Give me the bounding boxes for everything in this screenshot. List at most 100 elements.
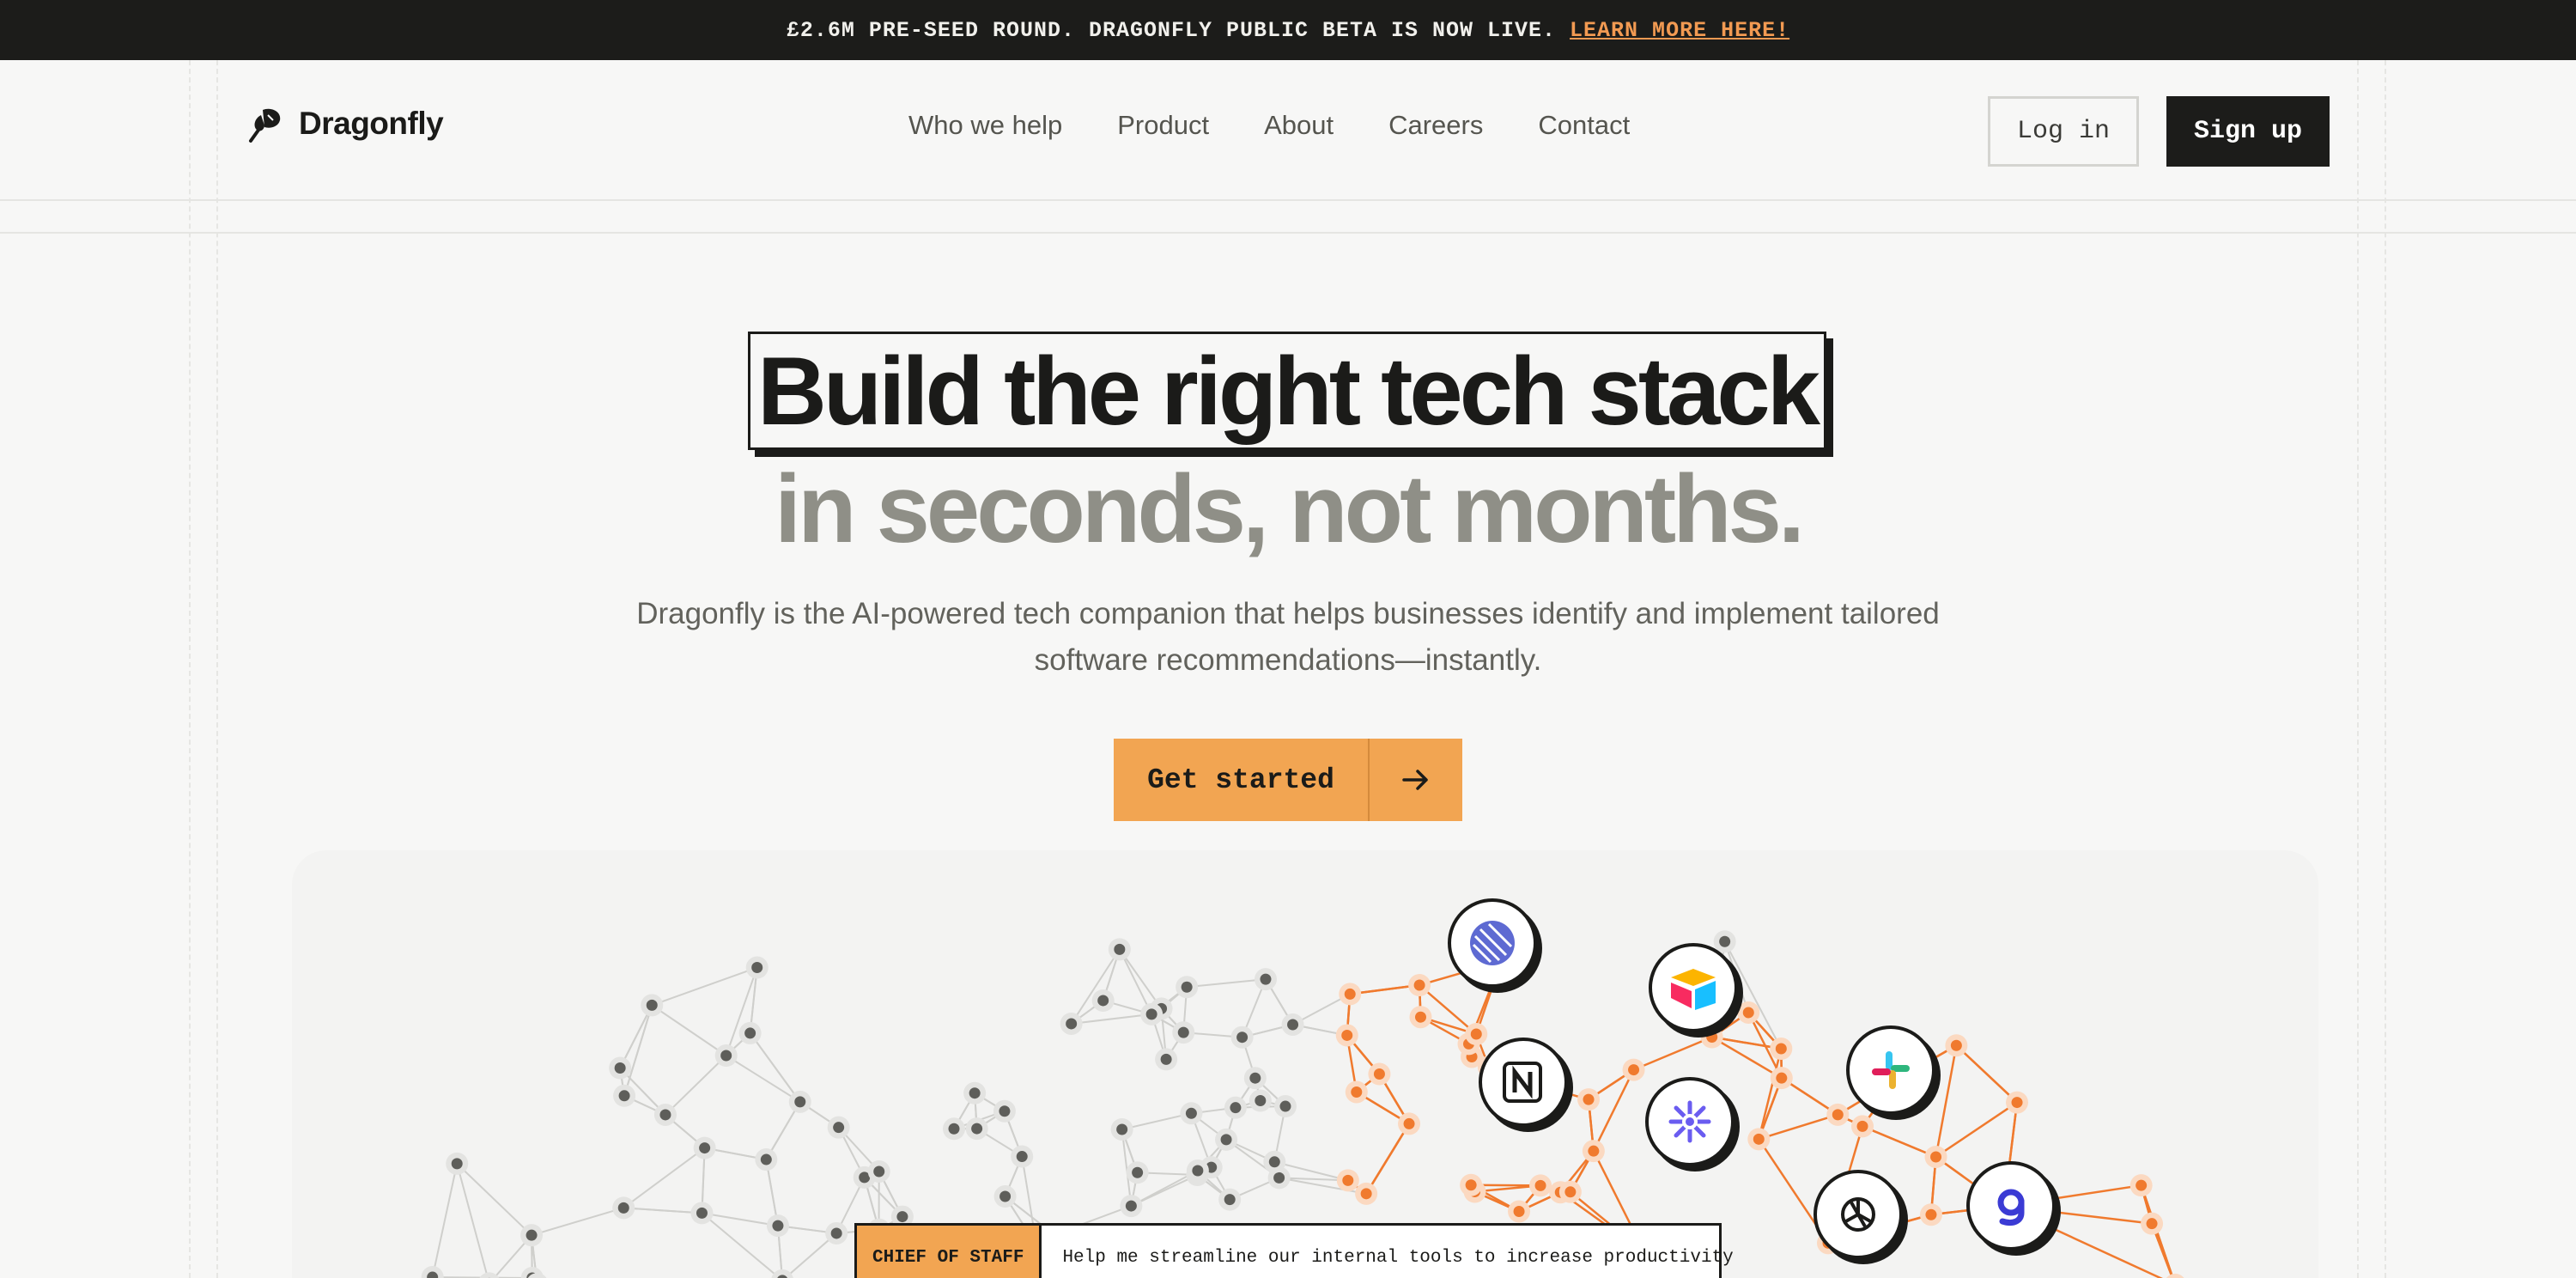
network-edge	[1365, 1123, 1411, 1195]
prompt-text: Help me streamline our internal tools to…	[1062, 1247, 1734, 1268]
network-node	[1016, 1151, 1028, 1163]
network-edge	[749, 1032, 801, 1103]
perplexity-icon	[1645, 1077, 1735, 1166]
network-node	[1125, 1200, 1137, 1212]
network-node	[751, 962, 763, 974]
network-node	[999, 1105, 1011, 1117]
network-node	[969, 1087, 981, 1099]
network-node	[1719, 935, 1731, 947]
network-node	[1776, 1072, 1788, 1084]
network-node	[1255, 1095, 1267, 1107]
network-node	[1260, 973, 1272, 985]
network-node	[1230, 1102, 1242, 1114]
network-node	[696, 1207, 708, 1219]
network-node	[2136, 1179, 2148, 1191]
announcement-text: £2.6M PRE-SEED ROUND. DRAGONFLY PUBLIC B…	[786, 17, 1557, 43]
signup-button[interactable]: Sign up	[2166, 96, 2330, 167]
network-edge	[456, 1163, 532, 1236]
chat-prompt[interactable]: CHIEF OF STAFF Help me streamline our in…	[854, 1223, 1734, 1278]
network-edge	[623, 1207, 702, 1214]
network-node	[1706, 1031, 1718, 1043]
get-started-button[interactable]: Get started	[1114, 739, 1462, 821]
network-node	[1132, 1166, 1144, 1178]
network-node	[1177, 1026, 1189, 1038]
network-node	[971, 1123, 983, 1135]
network-node	[1249, 1072, 1261, 1084]
network-node	[699, 1142, 711, 1154]
network-node	[1351, 1086, 1363, 1098]
network-node	[1564, 1186, 1577, 1198]
main-nav: Who we help Product About Careers Contac…	[908, 110, 1630, 141]
network-node	[1066, 1018, 1078, 1030]
network-node-halo	[2166, 1273, 2184, 1278]
arrow-right-icon	[1370, 739, 1462, 821]
network-node	[526, 1229, 538, 1241]
network-node	[1775, 1043, 1787, 1055]
network-node	[1236, 1032, 1249, 1044]
hero-subheadline: in seconds, not months.	[774, 455, 1805, 563]
network-node	[1344, 988, 1356, 1000]
hero-description: Dragonfly is the AI-powered tech compani…	[636, 597, 1940, 677]
network-node	[1403, 1117, 1415, 1129]
network-node	[646, 999, 658, 1011]
linear-icon	[1448, 898, 1537, 988]
network-edge	[531, 1207, 624, 1237]
brand-name: Dragonfly	[299, 106, 444, 141]
network-node	[1465, 1179, 1477, 1191]
network-node	[744, 1027, 756, 1039]
site-header: Dragonfly Who we help Product About Care…	[0, 60, 2576, 201]
network-node	[1185, 1107, 1197, 1119]
network-node	[1220, 1134, 1232, 1146]
nav-about[interactable]: About	[1264, 110, 1334, 141]
nav-product[interactable]: Product	[1117, 110, 1209, 141]
network-node	[830, 1227, 842, 1239]
network-node	[1342, 1174, 1354, 1186]
network-node	[833, 1122, 845, 1134]
network-node	[1192, 1165, 1204, 1177]
network-edge	[665, 1055, 727, 1116]
network-node	[614, 1062, 626, 1074]
announcement-link[interactable]: LEARN MORE HERE!	[1570, 18, 1789, 43]
network-node	[1114, 943, 1126, 955]
network-edge	[1633, 1036, 1713, 1071]
get-started-label: Get started	[1114, 739, 1370, 821]
network-node	[760, 1153, 772, 1165]
network-node	[1513, 1205, 1525, 1217]
network-edge	[1955, 1044, 2018, 1104]
network-node	[1273, 1172, 1285, 1184]
network-node	[1341, 1029, 1353, 1041]
network-node	[1097, 995, 1109, 1007]
network-node	[618, 1090, 630, 1102]
network-node	[1583, 1093, 1595, 1105]
network-node	[659, 1109, 671, 1121]
nav-careers[interactable]: Careers	[1388, 110, 1483, 141]
slack-icon	[1846, 1025, 1935, 1115]
dragonfly-logo-icon	[249, 108, 281, 143]
network-edge	[651, 966, 758, 1007]
network-node	[1268, 1156, 1280, 1168]
login-button[interactable]: Log in	[1988, 96, 2139, 167]
brand-logo[interactable]: Dragonfly	[246, 103, 444, 144]
network-node	[1279, 1100, 1291, 1112]
network-node	[1160, 1053, 1172, 1065]
nav-who-we-help[interactable]: Who we help	[908, 110, 1062, 141]
hero-headline: Build the right tech stack	[757, 337, 1820, 445]
network-node	[2011, 1097, 2023, 1109]
network-node	[617, 1202, 629, 1214]
network-edge	[1935, 1101, 2018, 1159]
network-node	[1373, 1068, 1385, 1080]
notion-icon	[1479, 1038, 1568, 1127]
network-edge	[1935, 1045, 1958, 1158]
network-node	[1753, 1133, 1765, 1145]
network-node	[1224, 1194, 1236, 1206]
network-edge	[726, 1055, 801, 1103]
network-node	[1628, 1064, 1640, 1076]
prompt-role-tag: CHIEF OF STAFF	[857, 1226, 1042, 1278]
network-node	[720, 1050, 732, 1062]
nav-contact[interactable]: Contact	[1538, 110, 1630, 141]
network-edge	[1758, 1113, 1838, 1141]
network-node	[1413, 979, 1425, 991]
network-edge	[1187, 978, 1267, 989]
network-edge	[1070, 948, 1121, 1025]
network-edge	[431, 1163, 459, 1278]
